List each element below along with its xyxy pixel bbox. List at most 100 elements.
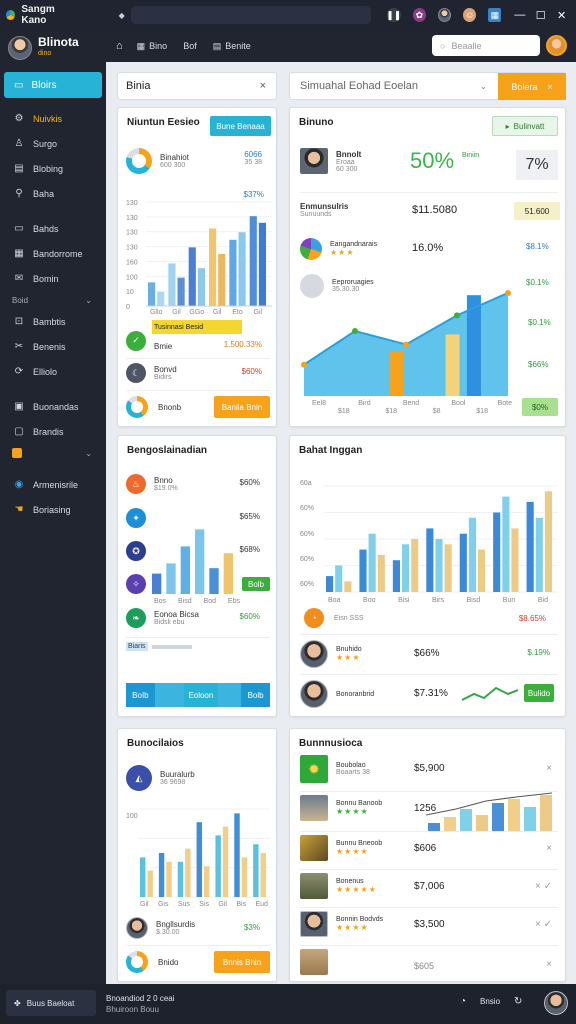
list-item[interactable]: Bonenus ★★★★★ $7,006 × ✓ — [300, 873, 558, 899]
sidebar-item-active[interactable]: ▭ Bloirs — [4, 72, 102, 98]
filter-bar[interactable]: Binia × — [117, 72, 277, 100]
segment-row-1[interactable]: ♨ Bnno $19.0% $60% — [126, 474, 272, 494]
x-tick: Bun — [502, 597, 516, 604]
close-icon[interactable]: × — [547, 82, 552, 92]
footer-button[interactable]: Baniia Bnin — [214, 396, 270, 418]
sidebar-section-toggle-2[interactable]: ⌄ — [0, 444, 106, 462]
row-right-value: $8.65% — [518, 614, 546, 623]
tab-label: Benite — [225, 41, 251, 51]
pause-icon[interactable]: ❚❚ — [386, 8, 401, 22]
minimize-icon[interactable]: — — [511, 9, 528, 21]
row-actions[interactable]: × ✓ — [535, 919, 552, 930]
sidebar-item-2[interactable]: ♙ Surgo — [0, 131, 106, 156]
user-avatar[interactable] — [546, 35, 567, 56]
user-avatar[interactable] — [8, 36, 32, 60]
tab-3[interactable]: ▤ Benite — [213, 41, 251, 52]
footer-button[interactable]: Bnnis Bhin — [214, 951, 270, 973]
close-icon[interactable]: × — [260, 80, 266, 92]
chart-bar — [196, 822, 202, 897]
sidebar-item-7[interactable]: ✉ Bomin — [0, 266, 106, 291]
row-value: $3,500 — [414, 919, 445, 930]
sidebar-item-12[interactable]: ▢ Brandis — [0, 419, 106, 444]
segment-cell[interactable] — [218, 683, 242, 707]
breakdown-row[interactable]: ◭ Buuralurb 36 9698 — [126, 765, 272, 791]
sidebar-item-1[interactable]: ⚙ Nuivkis — [0, 106, 106, 131]
close-icon[interactable]: × — [546, 843, 552, 854]
chart-badge: Bolb — [242, 577, 270, 591]
metric-row-2[interactable]: ☾ Bonvd Bidirs $60% — [126, 363, 272, 383]
document-icon: ▤ — [14, 163, 24, 174]
close-icon[interactable]: × — [546, 959, 552, 970]
chart-bar — [476, 815, 488, 831]
address-bar[interactable] — [130, 6, 371, 24]
flame-icon: ♨ — [126, 474, 146, 494]
card-button[interactable]: Bune Benaaa — [210, 116, 271, 136]
segment-cell[interactable]: Eoloon — [183, 683, 219, 707]
x-tick: Bid — [537, 597, 548, 604]
segment-row-5[interactable]: ❧ Eonoa Bicsa Bidsli ebu $60% — [126, 608, 272, 628]
y-tick: 160 — [126, 259, 138, 266]
card-button[interactable]: ▸ Bulinvatt — [492, 116, 558, 136]
contact-avatar-icon[interactable] — [437, 8, 452, 22]
sidebar-item-10[interactable]: ⟳ Elliolo — [0, 359, 106, 384]
tab-1[interactable]: ▦ Bino — [137, 41, 168, 52]
segment-cell[interactable]: Bolb — [241, 683, 270, 707]
dropdown-select[interactable]: Simuahal Eohad Eoelan ⌄ Bolera × — [289, 72, 566, 100]
dropdown-arrow-icon[interactable]: ◆ — [119, 11, 125, 20]
flag-icon[interactable]: ▦ — [488, 8, 502, 22]
list-item[interactable]: $605 × — [300, 949, 558, 975]
x-tick: Sis — [199, 901, 210, 908]
list-item[interactable]: ✹ Boubolao Boaarts 38 $5,900 × — [300, 755, 558, 783]
search-input[interactable]: ○ Beaalle — [432, 35, 540, 56]
x-tick: Boa — [328, 597, 341, 604]
profile-icon[interactable]: ☺ — [463, 8, 477, 22]
sidebar-item-4[interactable]: ⚲ Baha — [0, 181, 106, 206]
card-title: Bahat Inggan — [299, 445, 363, 456]
flower-icon[interactable]: ✿ — [412, 8, 426, 22]
x-tick: Birs — [431, 597, 445, 604]
start-button[interactable]: ✤ Buus Baeloat — [6, 990, 96, 1016]
close-icon[interactable]: ✕ — [553, 9, 570, 22]
summary-row-1[interactable]: Enmunsulris Sunuunds $11.5080 51.600 — [300, 202, 560, 220]
sidebar-item-14[interactable]: ☚ Boriasing — [0, 497, 106, 522]
refresh-icon[interactable]: ↻ — [514, 996, 522, 1007]
row-label: Enmunsulris — [300, 202, 349, 211]
user-avatar[interactable] — [544, 991, 568, 1015]
chart-bar — [253, 844, 259, 897]
action-button[interactable]: Bolera × — [498, 73, 566, 100]
home-icon[interactable]: ⌂ — [116, 40, 123, 52]
insight-row-1[interactable]: ◔ Eisn SSS $8.65% — [304, 608, 556, 628]
sidebar-item-8[interactable]: ⊡ Bambtis — [0, 309, 106, 334]
segment-cell[interactable]: BoIb — [126, 683, 155, 707]
y-tick: 60% — [300, 530, 315, 538]
close-icon[interactable]: × — [546, 763, 552, 774]
sidebar-item-13[interactable]: ◉ Armenisrile — [0, 472, 106, 497]
card-list: Bunnnusioca ✹ Boubolao Boaarts 38 $5,900 … — [289, 728, 566, 982]
tab-2[interactable]: Bof — [183, 41, 197, 51]
row-actions[interactable]: × ✓ — [535, 881, 552, 892]
sidebar-item-9[interactable]: ✂ Benenis — [0, 334, 106, 359]
sidebar-item-5[interactable]: ▭ Bahds — [0, 216, 106, 241]
segment-cell[interactable] — [154, 683, 184, 707]
row-label: Bmie — [154, 342, 173, 351]
sidebar-item-3[interactable]: ▤ Blobing — [0, 156, 106, 181]
clock-icon[interactable]: ◔ — [460, 996, 466, 1007]
x-tick: Gil — [140, 901, 149, 908]
search-placeholder: Beaalle — [451, 40, 482, 51]
list-item[interactable]: Bunnu Bneoob ★★★★ $606 × — [300, 835, 558, 861]
sidebar-item-11[interactable]: ▣ Buonandas — [0, 394, 106, 419]
summary-row-2[interactable]: Eangandnarais ★★★ 16.0% $8.1% — [300, 238, 560, 260]
rating-stars: ★★★★ — [336, 847, 369, 856]
insight-person-1[interactable]: Bnuhido ★★★ $66% $.19% — [300, 640, 558, 668]
person-row[interactable]: Bnnolt Eroaa 60 300 50% Biniin 7% — [300, 148, 560, 180]
insight-person-2[interactable]: Bonoranbrid $7.31% Bulido — [300, 680, 558, 708]
chart-bar — [234, 813, 240, 897]
breakdown-person[interactable]: Bngllsurdis $.30.00 $3% — [126, 917, 272, 939]
sidebar-item-6[interactable]: ▦ Bandorrome — [0, 241, 106, 266]
list-item[interactable]: Bonnin Bodvds ★★★★ $3,500 × ✓ — [300, 911, 558, 937]
footer-segmented[interactable]: BoIb Eoloon Bolb — [126, 683, 270, 707]
item-photo — [300, 911, 328, 937]
maximize-icon[interactable]: ☐ — [532, 9, 549, 22]
metric-row-1[interactable]: ✓ Bmie 1.500.33% — [126, 330, 272, 351]
sidebar-section-toggle[interactable]: Boid ⌄ — [0, 291, 106, 309]
